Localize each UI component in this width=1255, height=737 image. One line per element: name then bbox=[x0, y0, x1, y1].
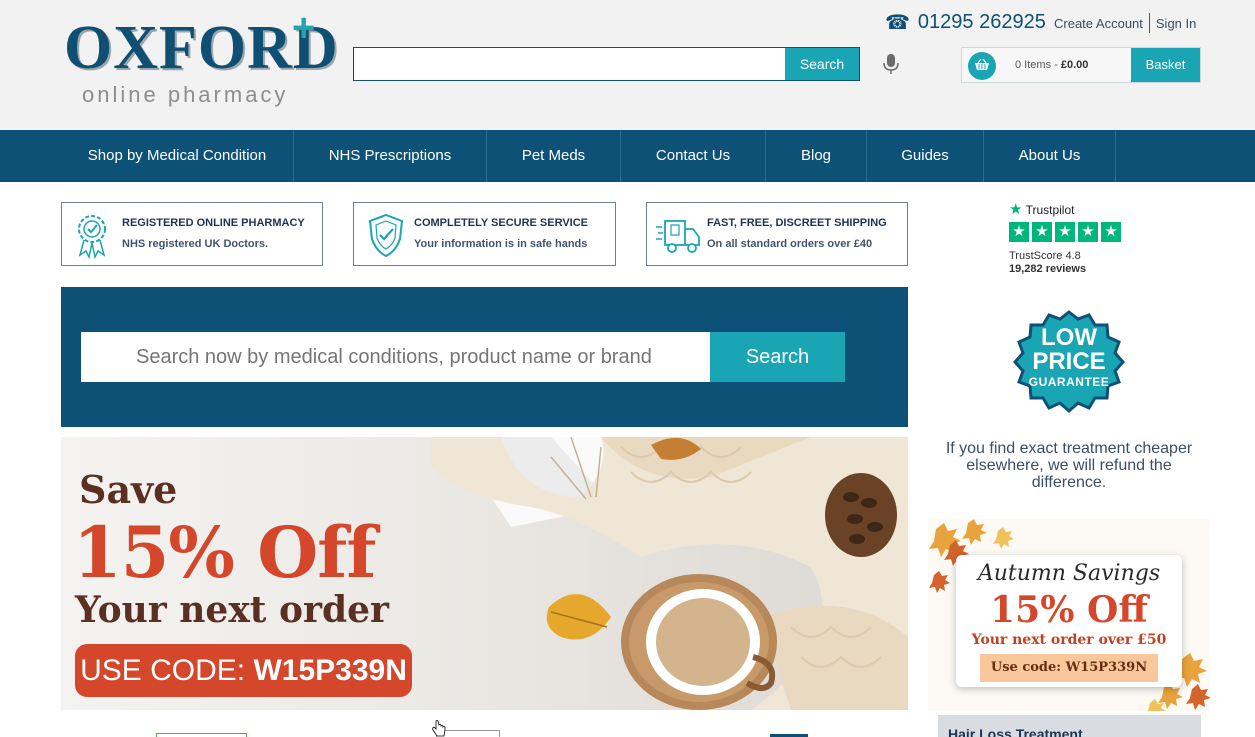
logo-plus-icon: + bbox=[292, 6, 316, 50]
banner-coupon-code: USE CODE: W15P339N bbox=[75, 644, 412, 697]
trustpilot-logo: ★ Trustpilot bbox=[1009, 200, 1074, 218]
oxford-online-pharmacy-logo[interactable]: OXFORD + online pharmacy bbox=[64, 8, 338, 114]
banner-discount: 15% Off bbox=[73, 511, 376, 594]
feature-free-shipping: FAST, FREE, DISCREET SHIPPING On all sta… bbox=[646, 202, 908, 266]
basket-total: £0.00 bbox=[1060, 59, 1089, 71]
autumn-coffee-illustration bbox=[431, 437, 908, 710]
product-search-button[interactable]: Search bbox=[710, 332, 845, 382]
nav-item-guides[interactable]: Guides bbox=[867, 130, 984, 182]
trustpilot-star-icon: ★ bbox=[1009, 201, 1023, 218]
site-header: OXFORD + online pharmacy Search ☎ 01295 … bbox=[0, 0, 1255, 130]
header-search-bar: Search bbox=[353, 47, 860, 81]
feature-subtitle: Your information is in safe hands bbox=[414, 238, 588, 250]
product-search-field bbox=[81, 332, 711, 382]
shield-check-icon bbox=[366, 211, 406, 259]
review-count: 19,282 reviews bbox=[1009, 263, 1087, 275]
lpg-line-1: LOW bbox=[1041, 324, 1097, 351]
autumn-title: Autumn Savings bbox=[977, 561, 1161, 586]
lpg-line-2: PRICE bbox=[1032, 348, 1106, 375]
account-links: Create Account Sign In bbox=[1054, 13, 1196, 33]
nav-item-pet-meds[interactable]: Pet Meds bbox=[487, 130, 621, 182]
basket-separator: - bbox=[1051, 59, 1061, 71]
phone-number[interactable]: ☎ 01295 262925 bbox=[885, 10, 1046, 35]
rosette-check-icon bbox=[74, 211, 114, 260]
divider bbox=[1148, 13, 1150, 33]
nav-item-blog[interactable]: Blog bbox=[766, 130, 867, 182]
feature-title: FAST, FREE, DISCREET SHIPPING bbox=[707, 217, 887, 229]
nav-item-about-us[interactable]: About Us bbox=[984, 130, 1116, 182]
banner-next-order: Your next order bbox=[75, 589, 389, 631]
microphone-icon[interactable] bbox=[882, 53, 900, 75]
product-search-input[interactable] bbox=[81, 332, 711, 382]
basket-button[interactable]: Basket bbox=[1131, 48, 1200, 82]
lpg-line-3: GUARANTEE bbox=[1028, 375, 1110, 389]
feature-registered-pharmacy: REGISTERED ONLINE PHARMACY NHS registere… bbox=[61, 202, 323, 266]
trustpilot-widget[interactable]: ★ Trustpilot ★ ★ ★ ★ ★ TrustScore 4.8 19… bbox=[1009, 197, 1139, 277]
hand-cursor-icon bbox=[432, 720, 446, 737]
star-icon: ★ bbox=[1101, 222, 1121, 242]
feature-title: REGISTERED ONLINE PHARMACY bbox=[122, 217, 305, 229]
autumn-coupon-code: Use code: W15P339N bbox=[980, 654, 1158, 682]
banner-save-text: Save bbox=[79, 467, 178, 512]
autumn-discount: 15% Off bbox=[990, 589, 1148, 631]
hair-loss-treatment-heading[interactable]: Hair Loss Treatment bbox=[938, 715, 1201, 737]
create-account-link[interactable]: Create Account bbox=[1054, 16, 1143, 31]
star-icon: ★ bbox=[1009, 222, 1029, 242]
delivery-van-icon bbox=[655, 211, 701, 259]
autumn-next-order: Your next order over £50 bbox=[971, 632, 1167, 648]
feature-subtitle: On all standard orders over £40 bbox=[707, 238, 873, 250]
coupon-code: W15P339N bbox=[253, 654, 407, 687]
low-price-guarantee-badge: LOW PRICE GUARANTEE bbox=[1008, 302, 1130, 422]
feature-secure-service: COMPLETELY SECURE SERVICE Your informati… bbox=[353, 202, 616, 266]
feature-subtitle: NHS registered UK Doctors. bbox=[122, 238, 269, 250]
sign-in-link[interactable]: Sign In bbox=[1156, 16, 1196, 31]
star-icon: ★ bbox=[1078, 222, 1098, 242]
basket-summary: 0 Items - £0.00 bbox=[1015, 59, 1088, 71]
logo-tagline: online pharmacy bbox=[82, 82, 289, 107]
feature-title: COMPLETELY SECURE SERVICE bbox=[414, 217, 589, 229]
nav-item-shop-by-medical-condition[interactable]: Shop by Medical Condition bbox=[61, 130, 294, 182]
shopping-cart-icon bbox=[968, 52, 996, 80]
product-search-panel: Search bbox=[61, 287, 908, 427]
certification-logo[interactable] bbox=[156, 733, 247, 737]
low-price-guarantee-text: LOW PRICE GUARANTEE bbox=[1008, 326, 1130, 390]
header-search-button[interactable]: Search bbox=[785, 48, 859, 80]
main-navigation: Shop by Medical Condition NHS Prescripti… bbox=[0, 130, 1255, 182]
phone-number-text: 01295 262925 bbox=[917, 11, 1046, 33]
refund-guarantee-text: If you find exact treatment cheaper else… bbox=[945, 440, 1193, 491]
star-icon: ★ bbox=[1055, 222, 1075, 242]
nav-item-nhs-prescriptions[interactable]: NHS Prescriptions bbox=[294, 130, 487, 182]
promo-banner[interactable]: Save 15% Off Your next order USE CODE: W… bbox=[61, 437, 908, 710]
telephone-icon: ☎ bbox=[885, 12, 910, 34]
basket-item-count: 0 Items bbox=[1015, 59, 1052, 71]
trustpilot-rating-stars: ★ ★ ★ ★ ★ bbox=[1009, 222, 1121, 242]
basket-widget[interactable]: 0 Items - £0.00 Basket bbox=[961, 47, 1201, 83]
autumn-savings-promo[interactable]: Autumn Savings 15% Off Your next order o… bbox=[928, 519, 1210, 711]
trustscore: TrustScore 4.8 bbox=[1009, 250, 1081, 262]
coupon-label: USE CODE: bbox=[80, 654, 254, 687]
header-search-input[interactable] bbox=[354, 48, 786, 80]
nav-item-contact-us[interactable]: Contact Us bbox=[621, 130, 766, 182]
star-icon: ★ bbox=[1032, 222, 1052, 242]
trustpilot-name: Trustpilot bbox=[1025, 203, 1075, 217]
